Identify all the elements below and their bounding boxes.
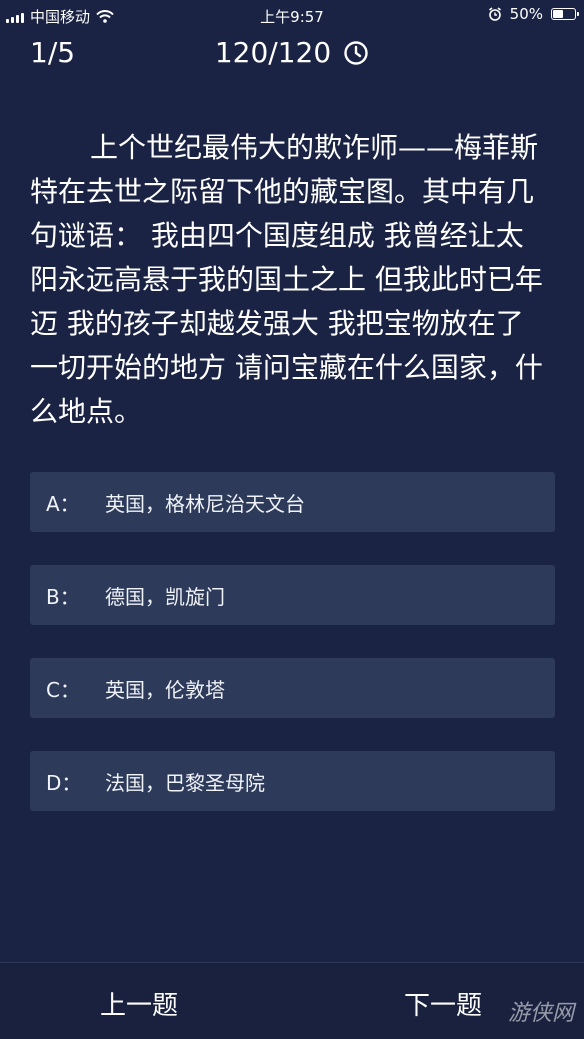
battery-percent: 50%	[509, 5, 543, 23]
option-letter: A：	[46, 491, 80, 516]
clock-icon	[344, 40, 368, 65]
option-b[interactable]: B： 德国，凯旋门	[30, 565, 555, 625]
status-right: 50%	[488, 5, 579, 23]
option-d[interactable]: D： 法国，巴黎圣母院	[30, 751, 555, 811]
status-bar: 中国移动 上午9:57 50%	[0, 0, 584, 30]
previous-question-button[interactable]: 上一题	[100, 985, 178, 1022]
option-a[interactable]: A： 英国，格林尼治天文台	[30, 472, 555, 532]
option-text: 法国，巴黎圣母院	[105, 770, 265, 795]
option-text: 德国，凯旋门	[105, 584, 225, 609]
option-c[interactable]: C： 英国，伦敦塔	[30, 658, 555, 718]
option-letter: B：	[46, 584, 80, 609]
question-text: 上个世纪最伟大的欺诈师——梅菲斯特在去世之际留下他的藏宝图。其中有几句谜语： 我…	[30, 131, 543, 428]
timer-value: 120/120	[214, 36, 332, 69]
battery-fill	[553, 10, 563, 18]
bottom-navigation: 上一题 下一题 游侠网	[0, 962, 584, 1039]
option-text: 英国，伦敦塔	[105, 677, 225, 702]
option-letter: C：	[46, 677, 80, 702]
answer-options: A： 英国，格林尼治天文台 B： 德国，凯旋门 C： 英国，伦敦塔 D： 法国，…	[30, 472, 555, 844]
next-question-button[interactable]: 下一题	[404, 985, 482, 1022]
option-letter: D：	[46, 770, 82, 795]
watermark-logo: 游侠网	[507, 1001, 574, 1026]
quiz-header: 1/5 120/120	[0, 30, 584, 76]
alarm-icon	[488, 7, 501, 21]
battery-icon	[551, 8, 579, 20]
countdown-timer: 120/120	[0, 36, 584, 69]
option-text: 英国，格林尼治天文台	[105, 491, 305, 516]
